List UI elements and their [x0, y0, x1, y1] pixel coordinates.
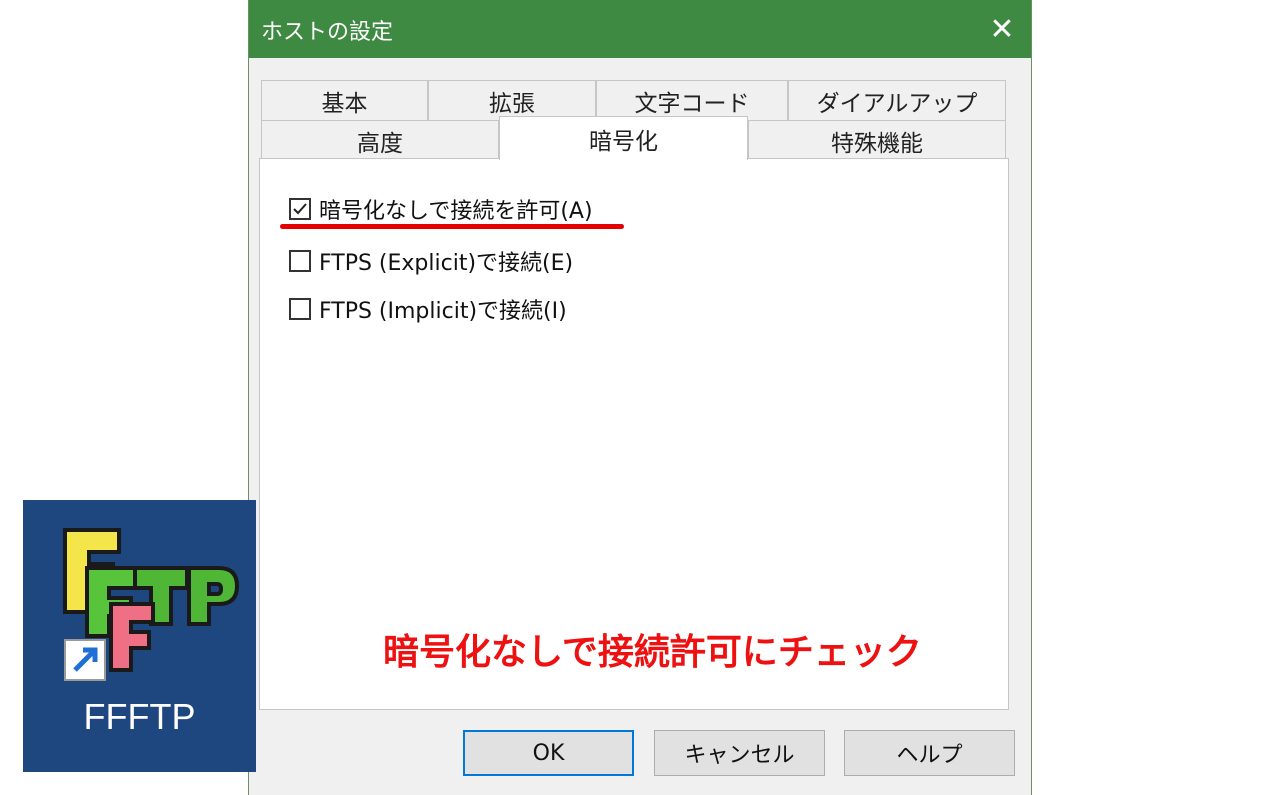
help-button[interactable]: ヘルプ [844, 730, 1015, 776]
close-icon[interactable]: ✕ [973, 0, 1031, 58]
tab-advanced[interactable]: 高度 [261, 120, 499, 160]
tab-encryption[interactable]: 暗号化 [499, 116, 748, 160]
title-bar[interactable]: ホストの設定 ✕ [249, 0, 1031, 58]
dialog-title: ホストの設定 [261, 20, 394, 45]
checkbox-icon[interactable] [289, 250, 311, 272]
option-ftps-implicit[interactable]: FTPS (Implicit)で接続(I) [289, 293, 567, 325]
ffftp-logo-icon [63, 528, 240, 681]
tab-dialup[interactable]: ダイアルアップ [788, 80, 1006, 120]
tab-charcode[interactable]: 文字コード [596, 80, 788, 120]
checkbox-checked-icon[interactable] [289, 198, 311, 220]
host-settings-dialog: ホストの設定 ✕ 基本 拡張 文字コード ダイアルアップ 高度 暗号化 特殊機能… [248, 0, 1032, 795]
cancel-button[interactable]: キャンセル [654, 730, 825, 776]
app-label: FFFTP [83, 696, 196, 737]
tab-basic[interactable]: 基本 [261, 80, 428, 120]
option-allow-unencrypted[interactable]: 暗号化なしで接続を許可(A) [289, 193, 593, 225]
tab-extended[interactable]: 拡張 [428, 80, 596, 120]
highlight-underline [280, 224, 624, 229]
option-label: 暗号化なしで接続を許可(A) [319, 199, 593, 224]
option-label: FTPS (Explicit)で接続(E) [319, 251, 574, 276]
annotation-text: 暗号化なしで接続許可にチェック [383, 632, 922, 673]
tab-special[interactable]: 特殊機能 [748, 120, 1006, 160]
encryption-panel: 暗号化なしで接続を許可(A) FTPS (Explicit)で接続(E) FTP… [259, 158, 1009, 710]
ok-button[interactable]: OK [463, 730, 634, 776]
option-ftps-explicit[interactable]: FTPS (Explicit)で接続(E) [289, 245, 573, 277]
ffftp-shortcut[interactable]: FFFTP [23, 500, 256, 772]
option-label: FTPS (Implicit)で接続(I) [319, 299, 567, 324]
checkbox-icon[interactable] [289, 298, 311, 320]
